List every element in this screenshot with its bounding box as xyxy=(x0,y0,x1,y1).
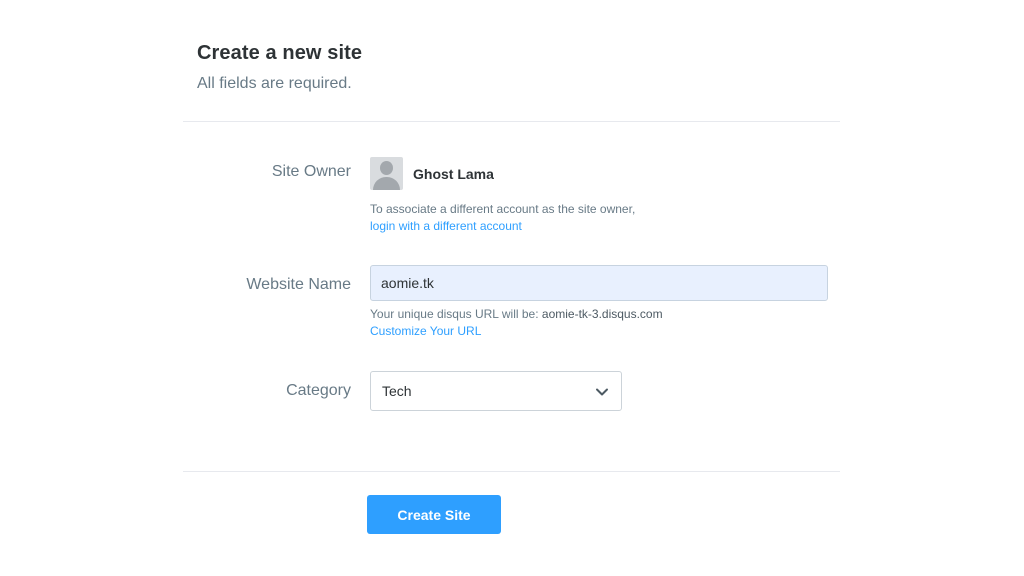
header-divider xyxy=(183,121,840,122)
category-select[interactable]: Tech xyxy=(370,371,622,411)
disqus-url-value: aomie-tk-3.disqus.com xyxy=(541,307,663,321)
page-subtitle: All fields are required. xyxy=(197,75,352,92)
website-help: Your unique disqus URL will be: aomie-tk… xyxy=(370,306,663,340)
disqus-url-prefix: Your unique disqus URL will be: xyxy=(370,307,542,321)
owner-help: To associate a different account as the … xyxy=(370,201,635,235)
website-name-input[interactable] xyxy=(370,265,828,301)
create-site-button[interactable]: Create Site xyxy=(367,495,501,534)
footer-divider xyxy=(183,471,840,472)
owner-name: Ghost Lama xyxy=(413,166,494,182)
category-selected-value: Tech xyxy=(382,383,412,399)
category-label: Category xyxy=(286,382,351,399)
owner-avatar-icon xyxy=(370,157,403,190)
website-name-label: Website Name xyxy=(246,276,351,293)
create-site-page: Create a new site All fields are require… xyxy=(0,0,1024,576)
chevron-down-icon xyxy=(596,388,608,396)
site-owner-label: Site Owner xyxy=(271,163,351,180)
disqus-url-help: Your unique disqus URL will be: aomie-tk… xyxy=(370,306,663,323)
customize-url-link[interactable]: Customize Your URL xyxy=(370,324,481,338)
avatar-head-shape xyxy=(380,161,393,175)
page-header: Create a new site All fields are require… xyxy=(197,42,362,93)
login-different-account-link[interactable]: login with a different account xyxy=(370,219,522,233)
page-title: Create a new site xyxy=(197,42,363,64)
avatar-body-shape xyxy=(373,177,400,190)
owner-help-text: To associate a different account as the … xyxy=(370,202,636,216)
